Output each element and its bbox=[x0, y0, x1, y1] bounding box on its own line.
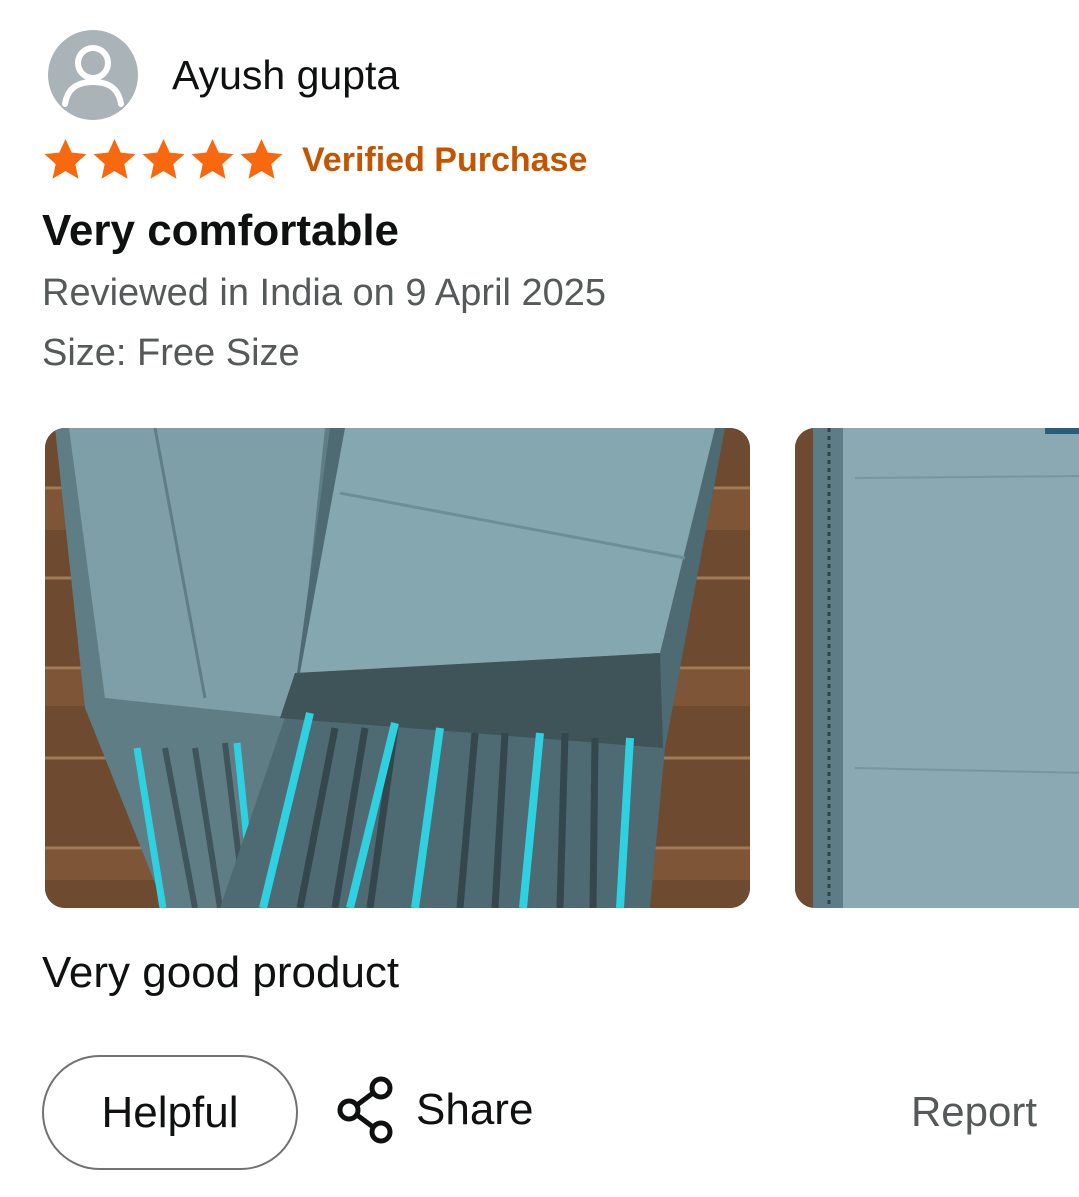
review-date: Reviewed in India on 9 April 2025 bbox=[42, 272, 607, 314]
review-variant: Size: Free Size bbox=[42, 332, 300, 374]
star-icon bbox=[142, 138, 185, 179]
verified-purchase-badge: Verified Purchase bbox=[302, 141, 588, 179]
review-title: Very comfortable bbox=[42, 206, 400, 255]
star-icon bbox=[191, 138, 234, 179]
user-silhouette-icon bbox=[62, 45, 124, 107]
share-icon bbox=[337, 1076, 393, 1144]
review-photo-1[interactable] bbox=[45, 428, 750, 908]
review-photo-2[interactable] bbox=[795, 428, 1079, 908]
reviewer-name[interactable]: Ayush gupta bbox=[172, 52, 399, 99]
back-support-belt-photo bbox=[45, 428, 750, 908]
share-label: Share bbox=[416, 1085, 534, 1134]
share-button[interactable]: Share bbox=[334, 1075, 533, 1145]
star-icon bbox=[93, 138, 136, 179]
back-support-belt-closeup-photo bbox=[795, 428, 1079, 908]
star-icon bbox=[44, 138, 87, 179]
star-icon bbox=[240, 138, 283, 179]
review-body: Very good product bbox=[42, 948, 400, 997]
review-card: Ayush gupta Verified Purchase Very comfo… bbox=[0, 0, 1079, 1197]
star-rating bbox=[42, 138, 285, 182]
reviewer-avatar bbox=[48, 30, 138, 120]
report-link[interactable]: Report bbox=[911, 1088, 1037, 1136]
helpful-button[interactable]: Helpful bbox=[42, 1055, 298, 1170]
